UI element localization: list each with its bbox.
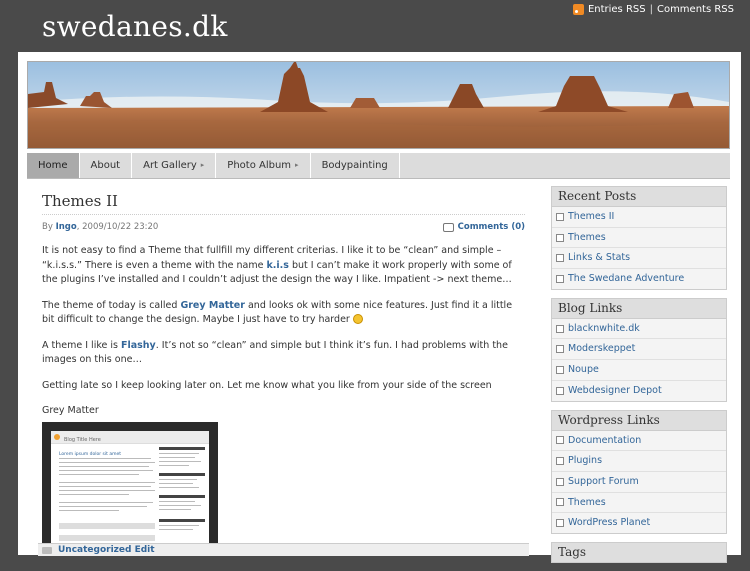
rss-separator: | [649, 4, 653, 15]
bullet-icon [556, 519, 564, 528]
post-meta: By Ingo, 2009/10/22 23:20 Comments (0) [42, 214, 525, 236]
bullet-icon [556, 274, 564, 283]
wordpress-link[interactable]: Documentation [568, 431, 641, 451]
widget-title: Blog Links [552, 298, 726, 319]
list-item: The Swedane Adventure [552, 269, 726, 289]
image-caption: Grey Matter [42, 405, 99, 416]
nav-item-art-gallery[interactable]: Art Gallery ▸ [132, 153, 217, 178]
recent-post-link[interactable]: Themes [568, 228, 606, 248]
bullet-icon [556, 498, 564, 507]
thumb-logo-icon [54, 433, 60, 440]
submenu-arrow-icon: ▸ [295, 161, 299, 169]
sidebar: Recent Posts Themes II Themes Links & St… [551, 186, 727, 571]
nav-item-photo-album[interactable]: Photo Album ▸ [216, 153, 311, 178]
widget-title: Wordpress Links [552, 410, 726, 431]
widget-title: Tags [552, 542, 726, 562]
post-footer: Uncategorized Edit [38, 543, 529, 556]
blog-link[interactable]: Moderskeppet [568, 339, 635, 359]
nav-item-about[interactable]: About [80, 153, 133, 178]
list-item: Themes [552, 493, 726, 514]
recent-post-link[interactable]: The Swedane Adventure [568, 269, 684, 289]
wordpress-link[interactable]: Themes [568, 493, 606, 513]
main-nav: Home About Art Gallery ▸ Photo Album ▸ Bod… [27, 153, 730, 179]
entries-rss-link[interactable]: Entries RSS [588, 4, 646, 15]
comments-link[interactable]: Comments (0) [458, 222, 525, 232]
post-paragraph-2: The theme of today is called Grey Matter… [42, 299, 513, 326]
category-link[interactable]: Uncategorized Edit [58, 545, 155, 555]
byline-prefix: By [42, 222, 53, 232]
rss-icon [572, 4, 584, 15]
flashy-theme-link[interactable]: Flashy [121, 340, 156, 351]
widget-title: Recent Posts [552, 187, 726, 207]
list-item: Links & Stats [552, 248, 726, 270]
blog-link[interactable]: Noupe [568, 360, 599, 380]
tags-widget: Tags [551, 541, 727, 563]
header-banner-image [27, 61, 730, 149]
post-paragraph-1: It is not easy to find a Theme that full… [42, 245, 512, 285]
bullet-icon [556, 254, 564, 263]
list-item: Webdesigner Depot [552, 381, 726, 401]
bullet-icon [556, 365, 564, 374]
post-paragraph-3: A theme I like is Flashy. It’s not so “c… [42, 339, 508, 366]
bullet-icon [556, 345, 564, 354]
bullet-icon [556, 233, 564, 242]
blog-link[interactable]: blacknwhite.dk [568, 319, 640, 339]
recent-post-link[interactable]: Links & Stats [568, 248, 630, 268]
author-link[interactable]: Ingo [56, 222, 77, 232]
rss-links: Entries RSS | Comments RSS [572, 4, 734, 15]
list-item: Noupe [552, 360, 726, 381]
comments-block: Comments (0) [442, 222, 525, 232]
submenu-arrow-icon: ▸ [200, 161, 205, 169]
bullet-icon [556, 436, 564, 445]
kis-theme-link[interactable]: k.i.s [266, 260, 288, 271]
page-container: Home About Art Gallery ▸ Photo Album ▸ Bod… [18, 52, 741, 563]
bullet-icon [556, 477, 564, 486]
list-item: blacknwhite.dk [552, 319, 726, 340]
list-item: WordPress Planet [552, 513, 726, 533]
comment-bubble-icon [442, 222, 454, 232]
bullet-icon [556, 386, 564, 395]
blog-links-widget: Blog Links blacknwhite.dk Moderskeppet N… [551, 297, 727, 402]
bullet-icon [556, 324, 564, 333]
list-item: Documentation [552, 431, 726, 452]
smiley-icon [352, 314, 363, 324]
wordpress-link[interactable]: WordPress Planet [568, 513, 650, 533]
list-item: Themes II [552, 207, 726, 228]
site-title[interactable]: swedanes.dk [42, 10, 228, 43]
recent-post-link[interactable]: Themes II [568, 207, 614, 227]
folder-icon [42, 547, 52, 554]
nav-item-home[interactable]: Home [27, 153, 80, 178]
wordpress-links-widget: Wordpress Links Documentation Plugins Su… [551, 409, 727, 534]
thumb-blog-title: Blog Title Here [64, 436, 101, 443]
blog-post: Themes II By Ingo, 2009/10/22 23:20 Comm… [42, 192, 525, 554]
site-header: swedanes.dk Entries RSS | Comments RSS [0, 0, 750, 52]
list-item: Themes [552, 228, 726, 249]
grey-matter-screenshot[interactable]: Blog Title Here Lorem ipsum dolor sit am… [42, 421, 218, 554]
wordpress-link[interactable]: Support Forum [568, 472, 639, 492]
post-body: It is not easy to find a Theme that full… [42, 244, 525, 554]
blog-link[interactable]: Webdesigner Depot [568, 381, 662, 401]
comments-rss-link[interactable]: Comments RSS [657, 4, 734, 15]
monument-valley-illustration [28, 62, 729, 148]
post-paragraph-4: Getting late so I keep looking later on.… [42, 379, 492, 391]
bullet-icon [556, 457, 564, 466]
thumb-post-title: Lorem ipsum dolor sit amet [59, 451, 121, 457]
recent-posts-widget: Recent Posts Themes II Themes Links & St… [551, 186, 727, 290]
post-title[interactable]: Themes II [42, 192, 525, 210]
post-datetime: , 2009/10/22 23:20 [76, 222, 159, 232]
list-item: Support Forum [552, 472, 726, 493]
bullet-icon [556, 212, 564, 221]
list-item: Plugins [552, 451, 726, 472]
grey-matter-link[interactable]: Grey Matter [180, 300, 245, 311]
wordpress-link[interactable]: Plugins [568, 451, 602, 471]
list-item: Moderskeppet [552, 339, 726, 361]
nav-item-bodypainting[interactable]: Bodypainting [311, 153, 400, 178]
